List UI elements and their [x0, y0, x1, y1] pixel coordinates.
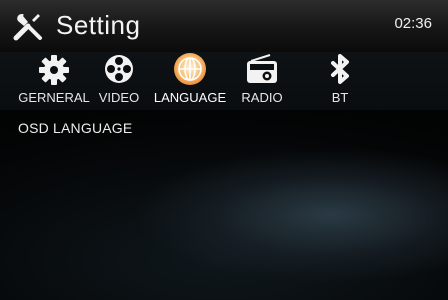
- gear-icon: [39, 55, 69, 85]
- tab-video[interactable]: VIDEO: [94, 52, 144, 110]
- tab-bt[interactable]: BT: [316, 52, 364, 110]
- clock: 02:36: [394, 15, 432, 32]
- tab-label: GERNERAL: [18, 90, 90, 105]
- page-title: Setting: [56, 10, 141, 40]
- tools-icon: [13, 14, 42, 41]
- tab-label: BT: [331, 90, 349, 105]
- settings-screen: Setting 02:36 GERNERAL VIDEO LANGUAGE RA…: [0, 0, 448, 300]
- tab-label: LANGUAGE: [153, 90, 227, 105]
- film-reel-icon: [105, 55, 133, 83]
- globe-icon: [174, 53, 206, 85]
- bluetooth-icon: [331, 54, 349, 84]
- tab-radio[interactable]: RADIO: [236, 52, 288, 110]
- tab-general[interactable]: GERNERAL: [16, 52, 92, 110]
- settings-tab-bar: GERNERAL VIDEO LANGUAGE RADIO BT: [0, 52, 448, 110]
- tab-label: VIDEO: [98, 90, 140, 105]
- title-bar: Setting 02:36: [0, 0, 448, 52]
- tab-label: RADIO: [241, 90, 283, 105]
- radio-icon: [247, 54, 277, 83]
- osd-language-label[interactable]: OSD LANGUAGE: [18, 120, 132, 136]
- tab-language[interactable]: LANGUAGE: [150, 52, 230, 110]
